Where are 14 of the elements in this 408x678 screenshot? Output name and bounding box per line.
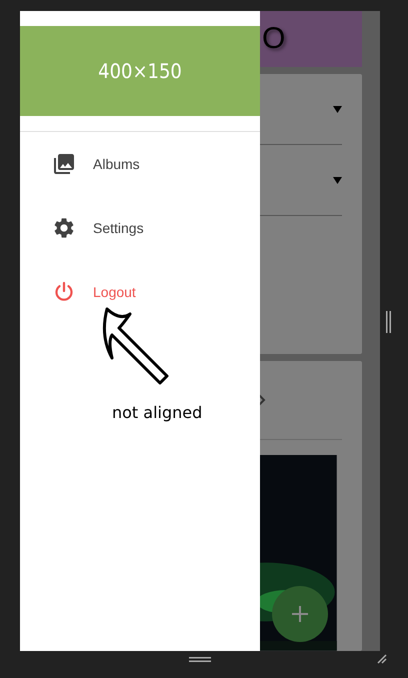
- dropdown-arrow-icon: [333, 106, 342, 112]
- drag-handle-icon[interactable]: [386, 311, 391, 333]
- drag-handle-icon[interactable]: [189, 656, 211, 662]
- resize-grip-icon[interactable]: [377, 654, 387, 664]
- header-image: 400×150: [20, 26, 260, 116]
- dropdown-arrow-icon: [333, 176, 342, 184]
- annotation-text: not aligned: [112, 403, 202, 422]
- gear-icon: [52, 216, 76, 240]
- photo-library-icon: [52, 152, 76, 176]
- app-title: O: [262, 22, 286, 56]
- menu-item[interactable]: Settings: [20, 196, 260, 260]
- chevron-right-icon[interactable]: [258, 394, 266, 406]
- menu-item[interactable]: Albums: [20, 132, 260, 196]
- add-button[interactable]: [272, 586, 328, 642]
